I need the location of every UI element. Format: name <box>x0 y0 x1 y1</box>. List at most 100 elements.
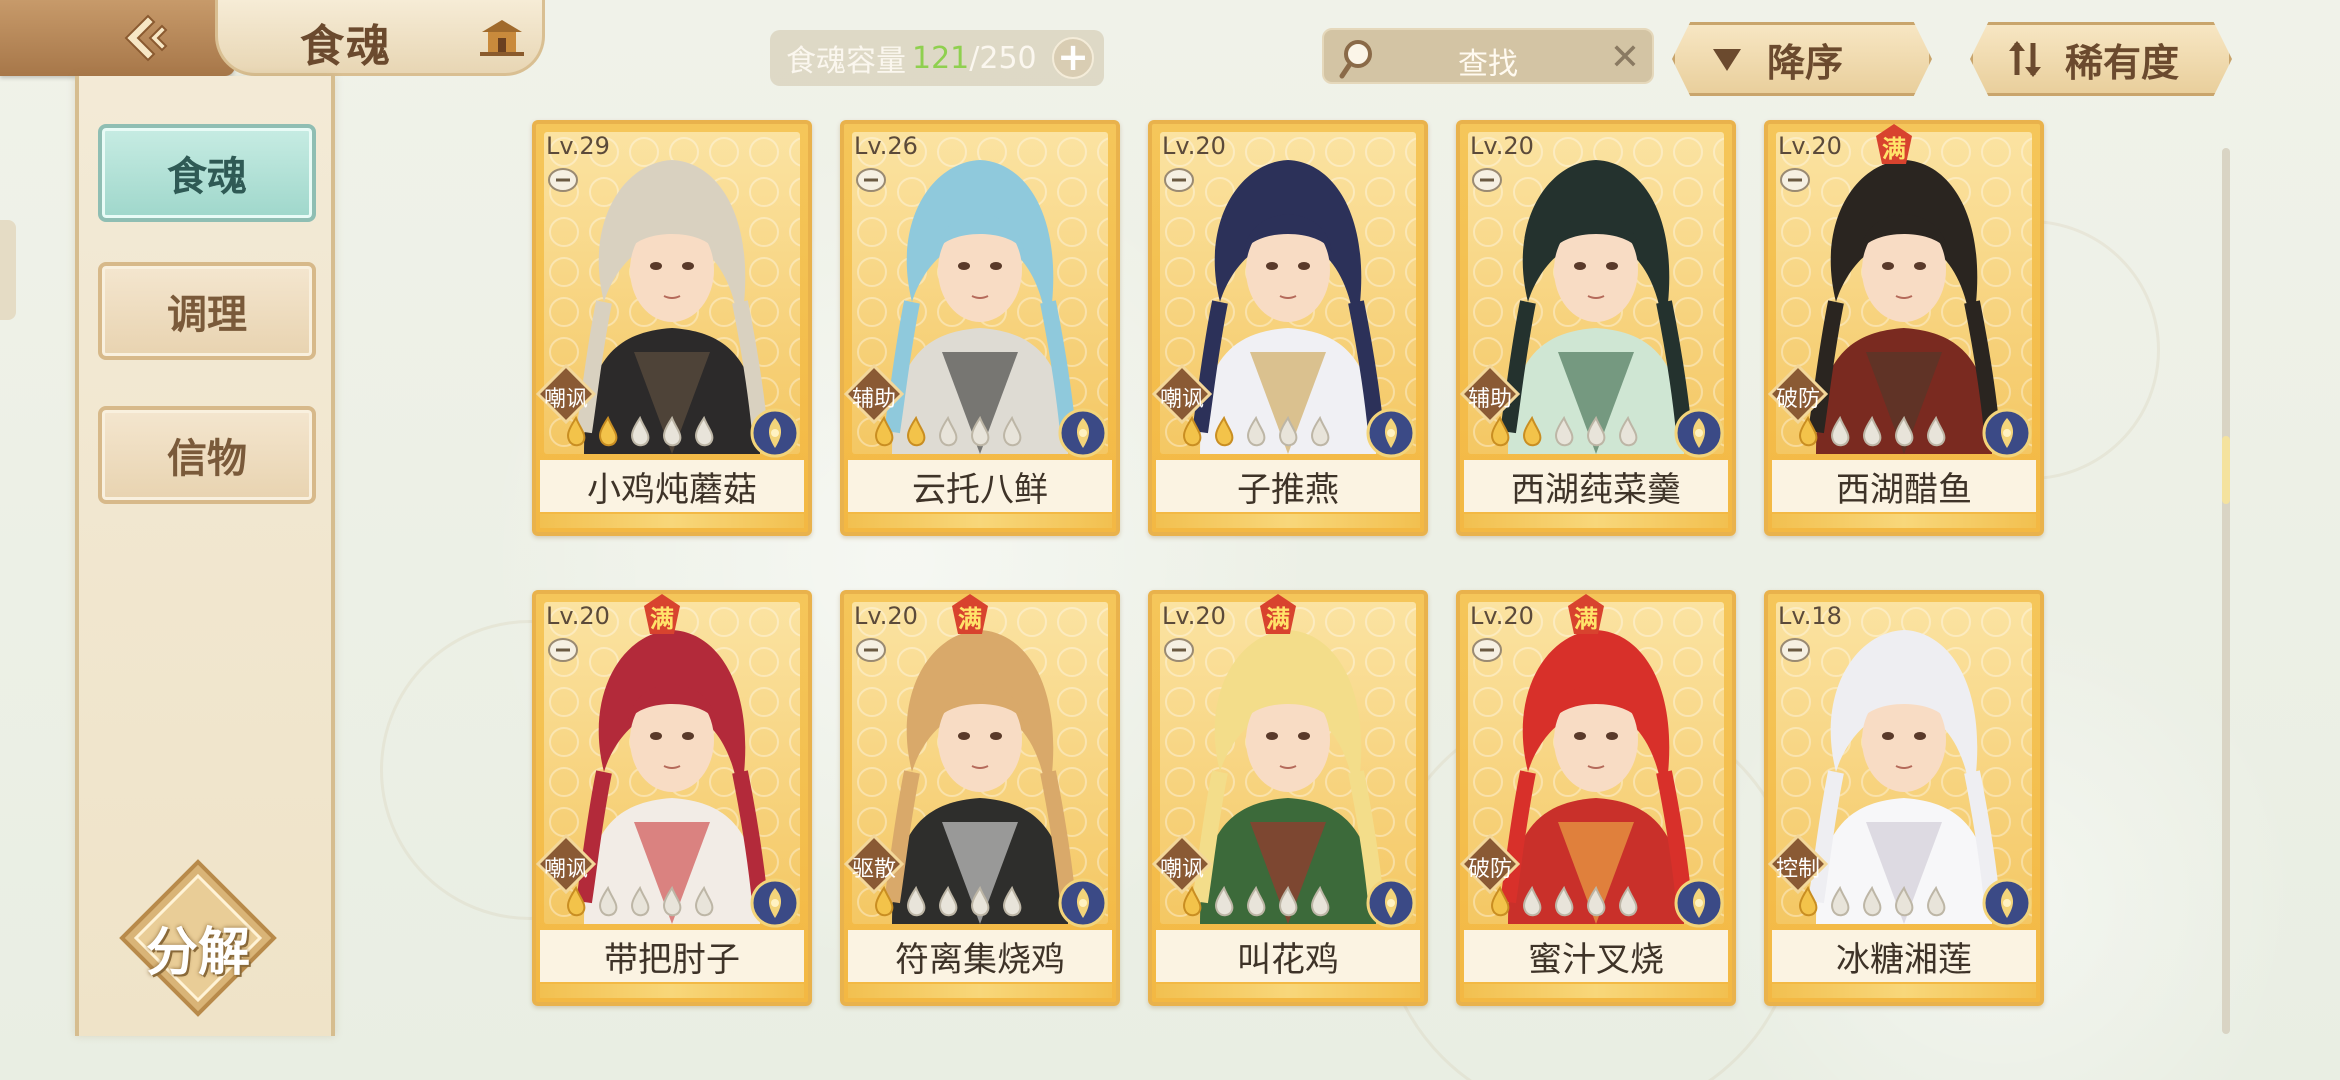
star-drop-icon <box>567 886 586 917</box>
card-bottom-strip <box>848 984 1112 998</box>
star-rating <box>562 886 718 918</box>
edge-handle[interactable] <box>0 220 16 320</box>
food-soul-name: 冰糖湘莲 <box>1772 930 2036 982</box>
star-drop-icon <box>1279 416 1298 447</box>
star-drop-icon <box>1555 416 1574 447</box>
star-drop-icon <box>1619 416 1638 447</box>
star-rating <box>870 416 1026 448</box>
decompose-label: 分解 <box>145 923 250 983</box>
food-soul-card[interactable]: Lv.18 控制 冰糖湘莲 <box>1764 590 2044 1006</box>
max-badge-label: 满 <box>650 605 674 633</box>
level-label: Lv.20 <box>1778 132 1842 160</box>
star-drop-icon <box>1311 886 1330 917</box>
decompose-button[interactable]: 分解 <box>118 858 278 1018</box>
star-drop-icon <box>695 416 714 447</box>
element-icon <box>1366 408 1416 458</box>
star-drop-icon <box>1927 416 1946 447</box>
max-badge: 满 <box>1260 594 1296 634</box>
max-badge-label: 满 <box>1266 605 1290 633</box>
food-soul-card[interactable]: Lv.20 满 破防 蜜汁叉烧 <box>1456 590 1736 1006</box>
star-drop-icon <box>1555 886 1574 917</box>
level-label: Lv.26 <box>854 132 918 160</box>
star-drop-icon <box>1831 886 1850 917</box>
star-drop-icon <box>1863 416 1882 447</box>
star-drop-icon <box>907 416 926 447</box>
role-badge: 辅助 <box>844 364 904 424</box>
capacity-separator: / <box>969 40 980 76</box>
level-label: Lv.29 <box>546 132 610 160</box>
sidebar-item-cultivate[interactable]: 调理 <box>98 262 316 360</box>
scrollbar-thumb[interactable] <box>2222 436 2230 504</box>
role-label: 辅助 <box>1467 387 1512 412</box>
level-label: Lv.20 <box>1162 132 1226 160</box>
star-drop-icon <box>1895 886 1914 917</box>
food-soul-card[interactable]: Lv.20 满 驱散 符离集烧鸡 <box>840 590 1120 1006</box>
max-badge-label: 满 <box>1882 135 1906 163</box>
star-drop-icon <box>599 416 618 447</box>
back-button[interactable] <box>0 0 235 76</box>
food-soul-card[interactable]: Lv.20 满 嘲讽 叫花鸡 <box>1148 590 1428 1006</box>
food-soul-card[interactable]: Lv.29 嘲讽 小鸡炖蘑菇 <box>532 120 812 536</box>
sidebar-item-tokens[interactable]: 信物 <box>98 406 316 504</box>
food-soul-card[interactable]: Lv.20 满 嘲讽 带把肘子 <box>532 590 812 1006</box>
food-soul-card[interactable]: Lv.20 嘲讽 子推燕 <box>1148 120 1428 536</box>
role-badge: 破防 <box>1460 834 1520 894</box>
max-badge: 满 <box>952 594 988 634</box>
card-bottom-strip <box>1772 514 2036 528</box>
role-label: 驱散 <box>851 857 896 882</box>
food-soul-name: 西湖莼菜羹 <box>1464 460 1728 512</box>
star-drop-icon <box>1831 416 1850 447</box>
mood-icon <box>1472 638 1502 662</box>
mood-icon <box>1164 638 1194 662</box>
star-drop-icon <box>907 886 926 917</box>
star-drop-icon <box>1895 416 1914 447</box>
element-icon <box>1674 878 1724 928</box>
food-soul-card[interactable]: Lv.20 满 破防 西湖醋鱼 <box>1764 120 2044 536</box>
sort-order-label: 降序 <box>1767 40 1844 85</box>
star-drop-icon <box>599 886 618 917</box>
food-soul-name: 云托八鲜 <box>848 460 1112 512</box>
max-badge-label: 满 <box>958 605 982 633</box>
element-icon <box>1366 878 1416 928</box>
star-rating <box>562 416 718 448</box>
max-badge: 满 <box>644 594 680 634</box>
star-rating <box>1178 416 1334 448</box>
sort-by-button[interactable]: 稀有度 <box>1970 22 2232 96</box>
search-placeholder[interactable]: 查找 <box>1324 39 1652 83</box>
star-drop-icon <box>939 886 958 917</box>
role-label: 破防 <box>1775 387 1820 412</box>
star-drop-icon <box>631 886 650 917</box>
role-label: 破防 <box>1467 857 1512 882</box>
star-drop-icon <box>1003 886 1022 917</box>
star-rating <box>1486 886 1642 918</box>
role-badge: 破防 <box>1768 364 1828 424</box>
max-badge: 满 <box>1568 594 1604 634</box>
food-soul-card[interactable]: Lv.26 辅助 云托八鲜 <box>840 120 1120 536</box>
sort-order-button[interactable]: 降序 <box>1672 22 1932 96</box>
star-drop-icon <box>1183 886 1202 917</box>
scrollbar-track[interactable] <box>2222 148 2230 1034</box>
role-label: 嘲讽 <box>543 857 588 882</box>
food-soul-name: 子推燕 <box>1156 460 1420 512</box>
role-badge: 驱散 <box>844 834 904 894</box>
role-label: 嘲讽 <box>543 387 588 412</box>
expand-capacity-button[interactable]: + <box>1052 37 1094 79</box>
role-badge: 嘲讽 <box>1152 364 1212 424</box>
food-soul-card[interactable]: Lv.20 辅助 西湖莼菜羹 <box>1456 120 1736 536</box>
star-drop-icon <box>663 416 682 447</box>
clear-search-icon[interactable]: ✕ <box>1610 37 1640 78</box>
star-drop-icon <box>1927 886 1946 917</box>
card-bottom-strip <box>540 984 804 998</box>
sidebar-item-food-souls[interactable]: 食魂 <box>98 124 316 222</box>
food-soul-name: 符离集烧鸡 <box>848 930 1112 982</box>
star-drop-icon <box>631 416 650 447</box>
card-bottom-strip <box>1464 514 1728 528</box>
element-icon <box>1982 408 2032 458</box>
house-icon[interactable] <box>478 16 526 58</box>
mood-icon <box>1472 168 1502 192</box>
search-field[interactable]: 查找 ✕ <box>1322 28 1654 84</box>
card-bottom-strip <box>848 514 1112 528</box>
star-drop-icon <box>1587 416 1606 447</box>
element-icon <box>750 878 800 928</box>
mood-icon <box>856 168 886 192</box>
